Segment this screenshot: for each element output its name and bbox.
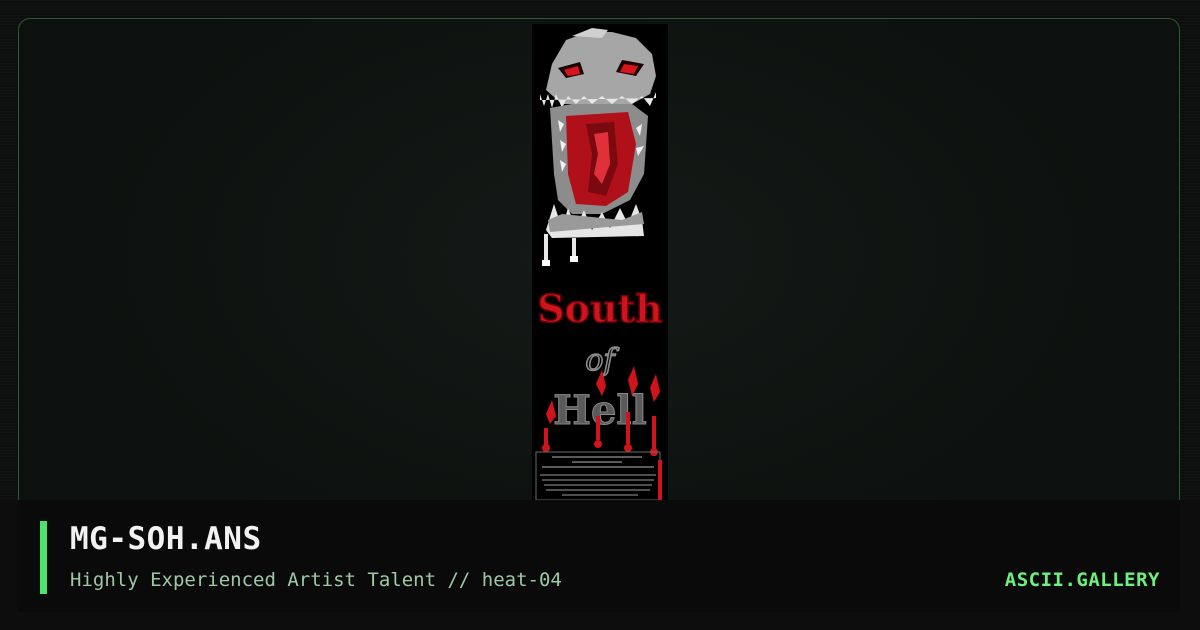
accent-bar xyxy=(40,521,47,594)
artwork-title: MG-SOH.ANS xyxy=(70,521,262,557)
monster-head xyxy=(540,28,656,266)
info-bar xyxy=(0,500,1200,630)
logo-south: South xyxy=(536,285,663,332)
svg-text:South: South xyxy=(537,286,663,331)
site-brand[interactable]: ASCII.GALLERY xyxy=(1005,569,1160,591)
logo-hell: Hell xyxy=(542,366,660,456)
artwork-subtitle: Highly Experienced Artist Talent // heat… xyxy=(70,569,562,591)
ansi-art-image: South of Hell xyxy=(535,28,664,500)
ansi-artwork-preview[interactable]: South of Hell xyxy=(532,24,668,500)
info-box xyxy=(535,451,662,500)
